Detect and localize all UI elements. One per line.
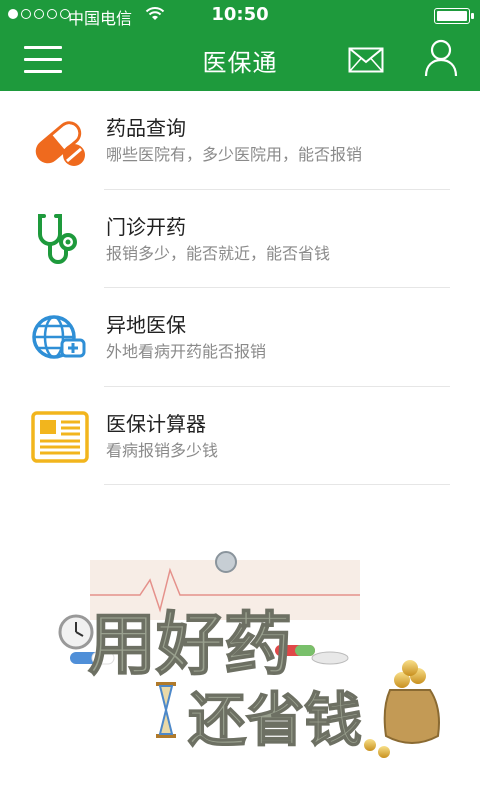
feature-list: 药品查询 哪些医院有，多少医院用，能否报销 门诊开药 报销多少，能否就近，能否省… xyxy=(0,91,480,485)
item-subtitle: 报销多少，能否就近，能否省钱 xyxy=(106,243,331,263)
pill-capsule-icon xyxy=(35,121,85,166)
banner-slogan-line1: 用好药 xyxy=(88,606,292,685)
status-bar: 中国电信 10:50 xyxy=(0,0,480,30)
page-title: 医保通 xyxy=(202,49,278,77)
app-header: 中国电信 10:50 医保通 xyxy=(0,0,480,91)
item-subtitle: 看病报销多少钱 xyxy=(106,440,219,460)
newspaper-document-icon xyxy=(31,410,89,463)
item-subtitle: 外地看病开药能否报销 xyxy=(106,342,267,361)
list-item-remote-insurance[interactable]: 异地医保 外地看病开药能否报销 xyxy=(0,288,480,387)
envelope-icon[interactable] xyxy=(348,47,384,73)
list-item-drug-query[interactable]: 药品查询 哪些医院有，多少医院用，能否报销 xyxy=(0,91,480,190)
battery-icon xyxy=(434,8,474,24)
globe-medical-icon xyxy=(32,315,86,359)
user-profile-icon[interactable] xyxy=(424,38,458,78)
item-title: 门诊开药 xyxy=(106,214,186,239)
promo-banner: 用好药 还省钱 xyxy=(58,551,440,758)
list-item-outpatient[interactable]: 门诊开药 报销多少，能否就近，能否省钱 xyxy=(0,190,480,288)
list-item-calculator[interactable]: 医保计算器 看病报销多少钱 xyxy=(0,387,480,485)
item-title: 药品查询 xyxy=(106,116,186,140)
item-title: 异地医保 xyxy=(106,313,186,337)
banner-slogan-line2: 还省钱 xyxy=(188,686,362,754)
clock: 10:50 xyxy=(211,4,269,25)
divider xyxy=(104,484,450,485)
stethoscope-icon xyxy=(38,213,77,264)
item-title: 医保计算器 xyxy=(106,411,206,436)
navigation-bar: 医保通 xyxy=(0,30,480,91)
item-subtitle: 哪些医院有，多少医院用，能否报销 xyxy=(106,145,363,164)
